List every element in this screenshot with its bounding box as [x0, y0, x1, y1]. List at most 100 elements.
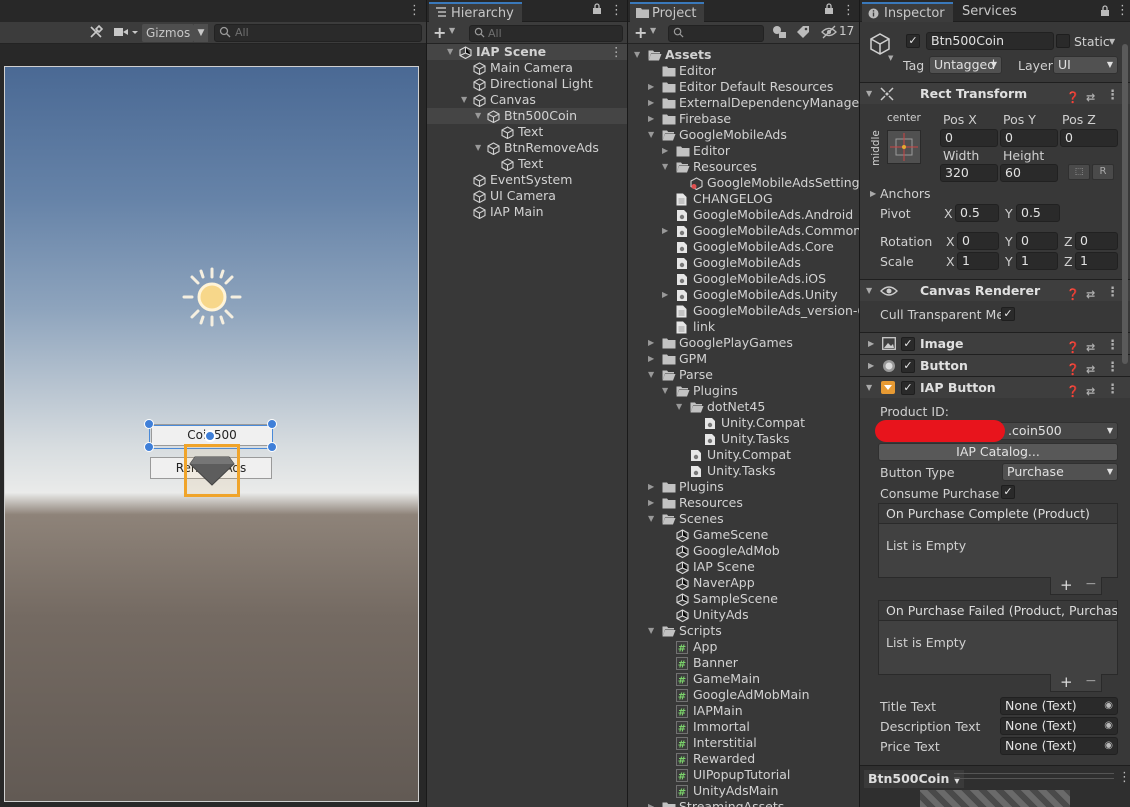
project-item[interactable]: ▼ Parse	[628, 367, 859, 383]
project-item[interactable]: ▶ GoogleMobileAds.Unity	[628, 287, 859, 303]
scale-x-field[interactable]: 1	[957, 252, 999, 270]
project-item[interactable]: ▶ StreamingAssets	[628, 799, 859, 807]
lock-icon[interactable]	[592, 3, 602, 15]
project-item[interactable]: GoogleAdMob	[628, 543, 859, 559]
rect-handle[interactable]	[267, 442, 277, 452]
object-picker-icon[interactable]: ◉	[1104, 698, 1113, 714]
iap-enabled-checkbox[interactable]: ✓	[901, 381, 915, 395]
chevron-right-icon[interactable]: ▶	[648, 79, 656, 95]
preset-icon[interactable]: ⇄	[1086, 381, 1095, 403]
project-item[interactable]: IAP Scene	[628, 559, 859, 575]
project-item[interactable]: ▶ Editor	[628, 143, 859, 159]
tab-hierarchy[interactable]: Hierarchy	[429, 2, 522, 22]
chevron-down-icon[interactable]: ▼	[648, 367, 656, 383]
project-item[interactable]: ▶ Resources	[628, 495, 859, 511]
more-menu-icon[interactable]: ⋮	[1118, 770, 1130, 785]
preset-icon[interactable]: ⇄	[1086, 87, 1095, 109]
preview-drag-handle[interactable]	[954, 773, 1114, 779]
layer-dropdown[interactable]: UI ▼	[1053, 56, 1118, 74]
project-item[interactable]: GoogleMobileAds.iOS	[628, 271, 859, 287]
rotation-x-field[interactable]: 0	[957, 232, 999, 250]
hierarchy-item[interactable]: IAP Main	[427, 204, 627, 220]
chevron-right-icon[interactable]: ▶	[662, 143, 670, 159]
project-item[interactable]: Editor	[628, 63, 859, 79]
project-item[interactable]: # GameMain	[628, 671, 859, 687]
add-event-button[interactable]: +	[1060, 673, 1073, 691]
price-text-field[interactable]: None (Text) ◉	[1000, 737, 1118, 755]
lock-icon[interactable]	[1100, 5, 1110, 17]
iap-catalog-button[interactable]: IAP Catalog...	[878, 443, 1118, 461]
camera-icon[interactable]	[108, 24, 144, 42]
canvas-renderer-header[interactable]: ▼ Canvas Renderer ❓ ⇄ ⋮	[860, 279, 1130, 301]
chevron-down-icon[interactable]: ▼	[449, 26, 455, 35]
hierarchy-search-input[interactable]: All	[469, 25, 623, 42]
chevron-right-icon[interactable]: ▶	[662, 223, 670, 239]
iap-button-header[interactable]: ▼ ✓ IAP Button ❓ ⇄ ⋮	[860, 376, 1130, 398]
tag-dropdown[interactable]: Untagged ▼	[929, 56, 1002, 74]
remove-event-button[interactable]: −	[1085, 576, 1097, 592]
chevron-down-icon[interactable]: ▼	[648, 623, 656, 639]
chevron-down-icon[interactable]: ▼	[475, 108, 483, 124]
product-id-dropdown[interactable]: .coin500 ▼	[875, 420, 1118, 442]
chevron-right-icon[interactable]: ▶	[648, 495, 656, 511]
project-item[interactable]: SampleScene	[628, 591, 859, 607]
hierarchy-item[interactable]: Text	[427, 156, 627, 172]
pivot-y-field[interactable]: 0.5	[1016, 204, 1060, 222]
project-search-input[interactable]	[668, 25, 764, 42]
scene-search-input[interactable]: All	[214, 24, 422, 42]
button-type-dropdown[interactable]: Purchase ▼	[1002, 463, 1118, 481]
hierarchy-item[interactable]: EventSystem	[427, 172, 627, 188]
image-enabled-checkbox[interactable]: ✓	[901, 337, 915, 351]
project-item[interactable]: ▼ Plugins	[628, 383, 859, 399]
chevron-down-icon[interactable]: ▼	[676, 399, 684, 415]
chevron-down-icon[interactable]: ▼	[475, 140, 483, 156]
help-icon[interactable]: ❓	[1066, 381, 1080, 403]
chevron-right-icon[interactable]: ▶	[648, 479, 656, 495]
chevron-down-icon[interactable]: ▼	[461, 92, 469, 108]
project-item[interactable]: ▼ dotNet45	[628, 399, 859, 415]
project-item[interactable]: # Rewarded	[628, 751, 859, 767]
project-item[interactable]: # UIPopupTutorial	[628, 767, 859, 783]
chevron-down-icon[interactable]: ▼	[648, 127, 656, 143]
preset-icon[interactable]: ⇄	[1086, 284, 1095, 306]
hidden-packages-icon[interactable]	[821, 25, 837, 39]
inspector-scrollbar[interactable]	[1122, 44, 1128, 364]
hierarchy-item[interactable]: Directional Light	[427, 76, 627, 92]
project-item[interactable]: # GoogleAdMobMain	[628, 687, 859, 703]
chevron-down-icon[interactable]: ▼	[447, 44, 455, 60]
object-picker-icon[interactable]: ◉	[1104, 718, 1113, 734]
chevron-down-icon[interactable]: ▼	[662, 383, 670, 399]
hierarchy-item[interactable]: ▼ Canvas	[427, 92, 627, 108]
rect-handle[interactable]	[144, 442, 154, 452]
height-field[interactable]: 60	[1000, 164, 1058, 182]
chevron-down-icon[interactable]: ▼	[650, 26, 656, 35]
project-item[interactable]: Unity.Compat	[628, 415, 859, 431]
static-dropdown[interactable]: Static	[1074, 34, 1110, 49]
project-item[interactable]: GameScene	[628, 527, 859, 543]
lock-icon[interactable]	[824, 3, 834, 15]
more-menu-icon[interactable]: ⋮	[408, 3, 421, 18]
hierarchy-item[interactable]: UI Camera	[427, 188, 627, 204]
object-picker-icon[interactable]: ◉	[1104, 738, 1113, 754]
chevron-down-icon[interactable]: ▼	[194, 24, 208, 42]
chevron-right-icon[interactable]: ▶	[648, 351, 656, 367]
consume-purchase-checkbox[interactable]: ✓	[1001, 485, 1015, 499]
chevron-right-icon[interactable]: ▶	[648, 335, 656, 351]
chevron-down-icon[interactable]: ▼	[634, 47, 642, 63]
project-item[interactable]: GoogleMobileAds.Android	[628, 207, 859, 223]
project-item[interactable]: ▶ GoogleMobileAds.Common	[628, 223, 859, 239]
scale-y-field[interactable]: 1	[1016, 252, 1058, 270]
hierarchy-item[interactable]: ▼ Btn500Coin	[427, 108, 627, 124]
project-item[interactable]: ▼ Scenes	[628, 511, 859, 527]
chevron-right-icon[interactable]: ▶	[648, 799, 656, 807]
more-menu-icon[interactable]: ⋮	[610, 3, 623, 18]
rect-handle[interactable]	[267, 419, 277, 429]
project-item[interactable]: GoogleMobileAds.Core	[628, 239, 859, 255]
tools-icon[interactable]	[84, 24, 108, 42]
hierarchy-item[interactable]: Text	[427, 124, 627, 140]
chevron-right-icon[interactable]: ▶	[648, 111, 656, 127]
chevron-down-icon[interactable]: ▼	[662, 159, 670, 175]
static-checkbox[interactable]	[1056, 34, 1070, 48]
project-item[interactable]: ▶ Plugins	[628, 479, 859, 495]
rotation-z-field[interactable]: 0	[1075, 232, 1118, 250]
